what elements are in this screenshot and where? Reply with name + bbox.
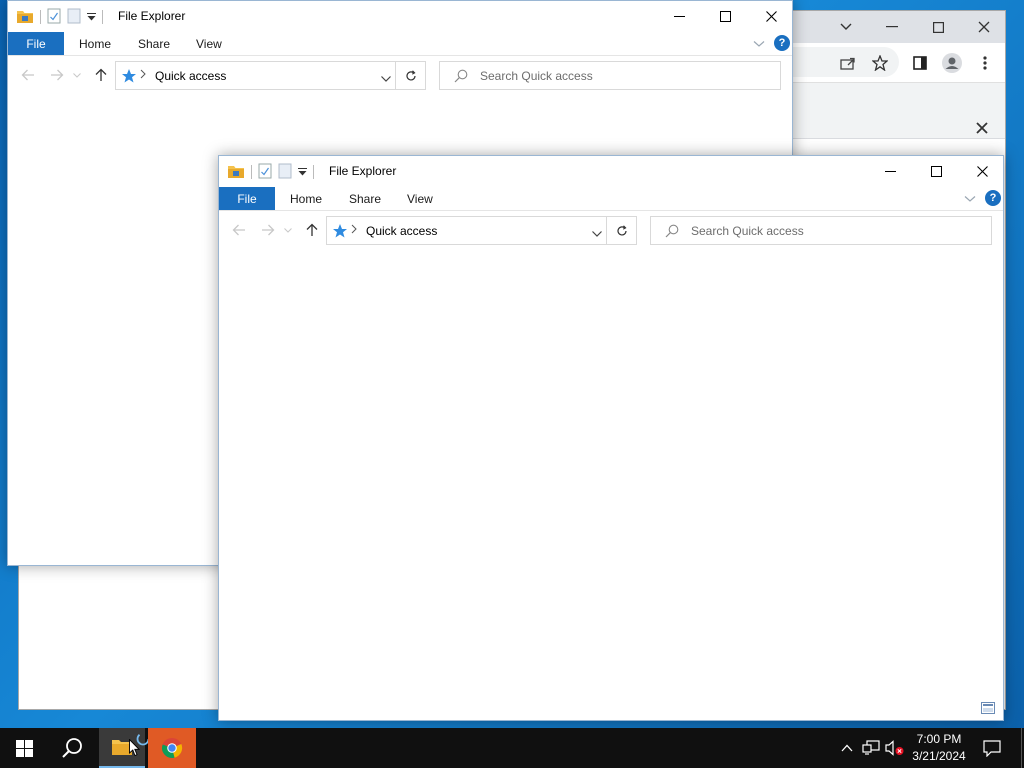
address-dropdown-icon[interactable] <box>381 71 391 85</box>
mouse-cursor-icon <box>128 738 140 758</box>
close-button[interactable] <box>748 1 794 32</box>
notification-icon <box>983 739 1001 757</box>
quick-access-star-icon <box>121 68 137 87</box>
search-placeholder: Search Quick access <box>691 224 804 238</box>
taskbar-chrome-button[interactable] <box>148 728 196 768</box>
address-bar[interactable]: Quick access <box>115 61 396 90</box>
help-button[interactable]: ? <box>985 190 1001 206</box>
search-input[interactable]: Search Quick access <box>439 61 781 90</box>
address-dropdown-icon[interactable] <box>592 226 602 240</box>
search-icon <box>62 738 82 758</box>
minimize-button[interactable] <box>656 1 702 32</box>
tab-share[interactable]: Share <box>349 192 381 206</box>
minimize-button[interactable] <box>867 156 913 187</box>
navigation-bar: Quick access Search Quick access <box>8 56 792 96</box>
search-button[interactable] <box>48 728 96 768</box>
search-placeholder: Search Quick access <box>480 69 593 83</box>
chevron-up-icon <box>841 744 853 752</box>
folder-icon <box>16 8 34 27</box>
breadcrumb[interactable]: Quick access <box>155 69 226 83</box>
quick-access-toolbar <box>16 7 103 27</box>
clock-time: 7:00 PM <box>916 732 962 746</box>
qat-divider <box>40 10 41 24</box>
show-desktop-button[interactable] <box>1018 728 1024 768</box>
chrome-maximize-button[interactable] <box>927 16 949 38</box>
system-clock[interactable]: 7:00 PM 3/21/2024 <box>900 731 978 765</box>
qat-dropdown-icon[interactable] <box>298 165 307 179</box>
show-hidden-icons-button[interactable] <box>838 728 856 768</box>
breadcrumb[interactable]: Quick access <box>366 224 437 238</box>
recent-locations-icon[interactable] <box>283 221 293 239</box>
window-title: File Explorer <box>329 164 397 178</box>
start-button[interactable] <box>0 728 48 768</box>
notifications-button[interactable] <box>978 728 1006 768</box>
chrome-icon <box>162 738 183 759</box>
forward-arrow-icon[interactable] <box>48 66 66 84</box>
navigation-bar: Quick access Search Quick access <box>219 211 1003 251</box>
properties-icon[interactable] <box>258 163 272 182</box>
new-folder-icon[interactable] <box>278 163 292 182</box>
quick-access-star-icon <box>332 223 348 242</box>
qat-divider <box>102 10 103 24</box>
tab-file[interactable]: File <box>219 187 275 210</box>
windows-logo-icon <box>15 739 33 757</box>
refresh-button[interactable] <box>607 216 637 245</box>
ribbon-tabs: File Home Share View ? <box>219 187 1003 211</box>
file-explorer-window-front: File Explorer File Home Share View ? Qui… <box>218 155 1004 721</box>
clock-date: 3/21/2024 <box>912 749 966 763</box>
tab-home[interactable]: Home <box>290 192 322 206</box>
maximize-button[interactable] <box>702 1 748 32</box>
search-input[interactable]: Search Quick access <box>650 216 992 245</box>
title-bar: File Explorer <box>219 156 1003 187</box>
expand-ribbon-icon[interactable] <box>964 192 978 206</box>
tab-share[interactable]: Share <box>138 37 170 51</box>
show-desktop-divider <box>1020 728 1022 768</box>
address-bar[interactable]: Quick access <box>326 216 607 245</box>
tab-home[interactable]: Home <box>79 37 111 51</box>
profile-avatar-icon[interactable] <box>941 52 963 74</box>
qat-divider <box>251 165 252 179</box>
back-arrow-icon[interactable] <box>19 66 37 84</box>
expand-ribbon-icon[interactable] <box>753 37 767 51</box>
tab-file[interactable]: File <box>8 32 64 55</box>
qat-dropdown-icon[interactable] <box>87 10 96 24</box>
quick-access-toolbar <box>227 162 314 182</box>
back-arrow-icon[interactable] <box>230 221 248 239</box>
properties-icon[interactable] <box>47 8 61 27</box>
breadcrumb-separator-icon <box>140 68 146 82</box>
search-icon <box>454 69 468 86</box>
qat-divider <box>313 165 314 179</box>
up-arrow-icon[interactable] <box>303 221 321 239</box>
window-title: File Explorer <box>118 9 186 23</box>
ribbon-tabs: File Home Share View ? <box>8 32 792 56</box>
infobar-close-icon[interactable] <box>971 117 993 139</box>
title-bar: File Explorer <box>8 1 792 32</box>
tab-search-icon[interactable] <box>835 16 857 38</box>
chrome-menu-icon[interactable] <box>974 52 996 74</box>
breadcrumb-separator-icon <box>351 223 357 237</box>
share-icon[interactable] <box>837 52 859 74</box>
taskbar: 7:00 PM 3/21/2024 <box>0 728 1024 768</box>
new-folder-icon[interactable] <box>67 8 81 27</box>
help-button[interactable]: ? <box>774 35 790 51</box>
recent-locations-icon[interactable] <box>72 66 82 84</box>
tab-view[interactable]: View <box>196 37 222 51</box>
chrome-close-button[interactable] <box>973 16 995 38</box>
refresh-button[interactable] <box>396 61 426 90</box>
maximize-button[interactable] <box>913 156 959 187</box>
close-button[interactable] <box>959 156 1005 187</box>
bookmark-star-icon[interactable] <box>869 52 891 74</box>
up-arrow-icon[interactable] <box>92 66 110 84</box>
tab-view[interactable]: View <box>407 192 433 206</box>
folder-icon <box>227 163 245 182</box>
content-pane[interactable] <box>219 251 1003 720</box>
network-icon[interactable] <box>860 728 882 768</box>
side-panel-icon[interactable] <box>909 52 931 74</box>
forward-arrow-icon[interactable] <box>259 221 277 239</box>
chrome-minimize-button[interactable] <box>881 16 903 38</box>
details-view-icon[interactable] <box>981 702 995 714</box>
search-icon <box>665 224 679 241</box>
